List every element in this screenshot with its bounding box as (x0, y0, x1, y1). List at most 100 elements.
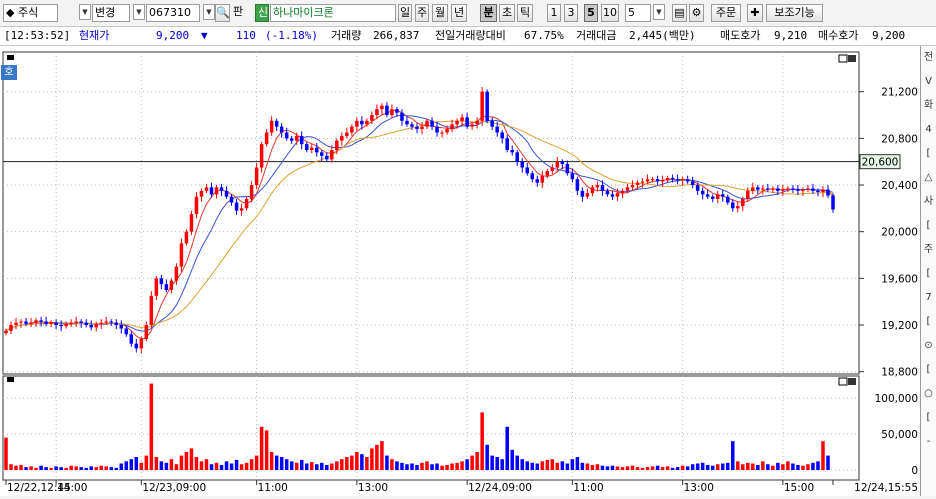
price-panel-close-icon[interactable] (848, 55, 856, 62)
right-strip-item[interactable]: [ (921, 406, 936, 430)
volume-bar (585, 463, 590, 470)
candle-body (104, 321, 108, 323)
price-panel-handle-icon[interactable] (7, 55, 14, 60)
right-strip-item[interactable]: [ (921, 262, 936, 286)
candle-body (746, 190, 750, 199)
candle-body (816, 190, 820, 192)
code-dropdown-icon[interactable]: ▼ (133, 4, 145, 20)
candle-body (299, 136, 304, 145)
right-strip-item[interactable]: [ (921, 142, 936, 166)
aux-function-button[interactable]: 보조기능 (766, 4, 823, 22)
volume-bar (460, 461, 464, 470)
custom-interval-input[interactable]: 5 (625, 4, 651, 22)
volume-bar (49, 467, 53, 470)
right-strip-item[interactable]: 전 (921, 46, 936, 70)
right-strip-item[interactable]: 7 (921, 286, 936, 310)
stock-code-input[interactable]: 067310 (146, 4, 200, 22)
period-month-button[interactable]: 월 (432, 4, 448, 22)
volume-panel-close-icon[interactable] (848, 378, 856, 385)
right-strip-item[interactable]: [ (921, 358, 936, 382)
right-strip-item[interactable]: [ (921, 214, 936, 238)
price-tick-label: 18,800 (881, 367, 918, 379)
volume-panel-maximize-icon[interactable] (838, 377, 848, 386)
volume-bar (675, 467, 680, 470)
period-minute-button[interactable]: 분 (480, 4, 497, 22)
volume-bar (560, 461, 565, 470)
add-icon[interactable]: ✚ (747, 4, 763, 22)
candle-body (400, 112, 404, 121)
candle-body (826, 189, 830, 196)
volume-panel-handle-icon[interactable] (7, 377, 14, 382)
volume-bar (545, 459, 550, 470)
price-chart-svg[interactable]: 21,200 20,800 20,400 20,000 19,600 19,200 18,8… (0, 46, 920, 496)
volume-bar (640, 467, 645, 470)
interval-10-button[interactable]: 10 (601, 4, 619, 22)
volume-value: 266,837 (373, 29, 420, 42)
market-type-select[interactable]: ◆ 주식 (3, 4, 58, 22)
candle-body (304, 144, 309, 150)
right-side-strip[interactable]: 전 V 화 4[△ 사[주[7[⊙[○[- (920, 46, 936, 496)
interval-1-button[interactable]: 1 (547, 4, 561, 22)
volume-bar (635, 467, 640, 470)
volume-bar (355, 452, 359, 470)
right-strip-item[interactable]: 주 (921, 238, 936, 262)
volume-bar (801, 465, 805, 470)
order-button[interactable]: 주문 (711, 4, 741, 22)
period-year-button[interactable]: 년 (451, 4, 467, 22)
volume-bar (490, 455, 494, 470)
settings-icon[interactable]: ⚙ (689, 4, 704, 22)
volume-bar (535, 463, 540, 470)
right-strip-item[interactable]: 화 (921, 94, 936, 118)
price-panel-maximize-icon[interactable] (838, 54, 848, 63)
time-tick-label: 12/24,15:55 (854, 482, 918, 494)
right-strip-item[interactable]: 4 (921, 118, 936, 142)
interval-dropdown-icon[interactable]: ▼ (653, 4, 665, 20)
stock-name-field[interactable]: 하나마이크론 (270, 4, 396, 22)
candle-body (725, 196, 730, 203)
quote-time: [12:53:52] (4, 29, 71, 42)
candle-body (495, 126, 499, 133)
volume-bar (229, 463, 234, 470)
interval-5-button[interactable]: 5 (584, 4, 598, 22)
right-strip-item[interactable]: 사 (921, 190, 936, 214)
candle-body (625, 187, 630, 191)
code-list-dropdown-icon[interactable]: ▼ (203, 4, 215, 20)
period-tick-button[interactable]: 틱 (517, 4, 533, 22)
right-strip-item[interactable]: ○ (921, 382, 936, 406)
period-week-button[interactable]: 주 (415, 4, 429, 22)
side-tab[interactable]: 호 (1, 65, 17, 80)
chart-area[interactable]: 21,200 20,800 20,400 20,000 19,600 19,200 18,8… (0, 46, 920, 496)
right-strip-item[interactable]: △ (921, 166, 936, 190)
volume-bar (465, 459, 469, 470)
candle-body (84, 322, 88, 325)
volume-bar (174, 464, 179, 470)
volume-bar (570, 459, 575, 470)
right-strip-item[interactable]: V (921, 70, 936, 94)
change-dropdown-icon[interactable]: ▼ (79, 4, 91, 20)
right-strip-item[interactable]: ⊙ (921, 334, 936, 358)
candle-body (590, 187, 595, 194)
period-day-button[interactable]: 일 (398, 4, 412, 22)
right-strip-item[interactable]: - (921, 430, 936, 454)
candle-body (375, 109, 379, 115)
interval-3-button[interactable]: 3 (564, 4, 578, 22)
candle-body (99, 322, 103, 324)
search-icon[interactable]: 🔍 (215, 4, 230, 22)
candle-body (264, 132, 269, 145)
volume-bar (695, 463, 700, 470)
volume-bar (475, 452, 479, 470)
volume-label: 거래량 (331, 29, 362, 42)
right-strip-item[interactable]: [ (921, 310, 936, 334)
volume-bar (34, 467, 38, 470)
candle-body (450, 124, 454, 129)
volume-bar (144, 455, 149, 470)
volume-bar (540, 461, 545, 470)
volume-bar (325, 464, 329, 470)
candle-body (29, 322, 33, 324)
save-icon[interactable]: ▤ (672, 4, 687, 22)
volume-bar (385, 455, 389, 470)
period-second-button[interactable]: 초 (499, 4, 515, 22)
change-label[interactable]: 변경 (92, 4, 130, 22)
time-tick-label: 11:00 (573, 482, 603, 494)
candle-body (555, 161, 560, 168)
